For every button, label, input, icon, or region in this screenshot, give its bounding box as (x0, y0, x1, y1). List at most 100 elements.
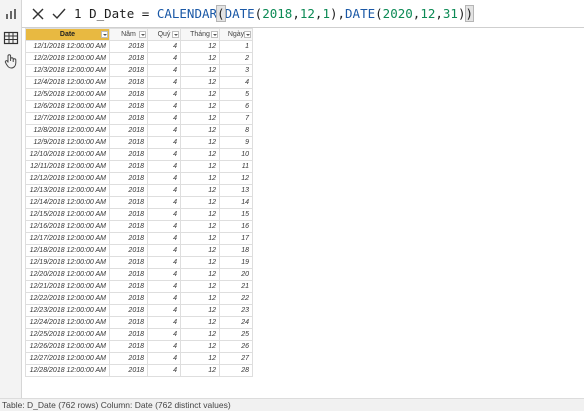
table-cell-ngay[interactable]: 20 (219, 268, 253, 281)
table-cell-nam[interactable]: 2018 (109, 316, 148, 329)
table-cell-quy[interactable]: 4 (147, 328, 181, 341)
table-cell-ngay[interactable]: 8 (219, 124, 253, 137)
table-cell-thang[interactable]: 12 (180, 244, 220, 257)
table-cell-ngay[interactable]: 4 (219, 76, 253, 89)
table-cell-thang[interactable]: 12 (180, 160, 220, 173)
table-cell-quy[interactable]: 4 (147, 208, 181, 221)
table-cell-quy[interactable]: 4 (147, 316, 181, 329)
table-cell-ngay[interactable]: 24 (219, 316, 253, 329)
column-header-thang[interactable]: Tháng (180, 28, 220, 41)
table-cell-ngay[interactable]: 13 (219, 184, 253, 197)
table-cell-quy[interactable]: 4 (147, 220, 181, 233)
table-cell-date[interactable]: 12/1/2018 12:00:00 AM (25, 40, 110, 53)
table-cell-date[interactable]: 12/20/2018 12:00:00 AM (25, 268, 110, 281)
table-cell-quy[interactable]: 4 (147, 256, 181, 269)
close-icon[interactable] (27, 3, 49, 25)
column-header-date[interactable]: Date (25, 28, 110, 41)
table-cell-thang[interactable]: 12 (180, 292, 220, 305)
table-cell-nam[interactable]: 2018 (109, 184, 148, 197)
table-cell-ngay[interactable]: 11 (219, 160, 253, 173)
table-cell-thang[interactable]: 12 (180, 52, 220, 65)
table-cell-nam[interactable]: 2018 (109, 100, 148, 113)
table-cell-ngay[interactable]: 9 (219, 136, 253, 149)
table-cell-quy[interactable]: 4 (147, 124, 181, 137)
table-cell-ngay[interactable]: 1 (219, 40, 253, 53)
table-cell-thang[interactable]: 12 (180, 40, 220, 53)
table-cell-thang[interactable]: 12 (180, 196, 220, 209)
table-cell-date[interactable]: 12/27/2018 12:00:00 AM (25, 352, 110, 365)
formula-input[interactable]: 1 D_Date = CALENDAR(DATE(2018,12,1),DATE… (74, 5, 474, 23)
table-cell-quy[interactable]: 4 (147, 196, 181, 209)
table-cell-date[interactable]: 12/7/2018 12:00:00 AM (25, 112, 110, 125)
filter-dropdown-icon[interactable] (244, 31, 251, 38)
table-cell-thang[interactable]: 12 (180, 220, 220, 233)
table-cell-ngay[interactable]: 7 (219, 112, 253, 125)
table-cell-nam[interactable]: 2018 (109, 64, 148, 77)
table-cell-quy[interactable]: 4 (147, 340, 181, 353)
table-cell-ngay[interactable]: 3 (219, 64, 253, 77)
table-cell-date[interactable]: 12/14/2018 12:00:00 AM (25, 196, 110, 209)
table-cell-thang[interactable]: 12 (180, 64, 220, 77)
column-header-quy[interactable]: Quý (147, 28, 181, 41)
table-cell-quy[interactable]: 4 (147, 160, 181, 173)
table-cell-quy[interactable]: 4 (147, 268, 181, 281)
table-cell-ngay[interactable]: 6 (219, 100, 253, 113)
table-cell-nam[interactable]: 2018 (109, 148, 148, 161)
table-cell-date[interactable]: 12/16/2018 12:00:00 AM (25, 220, 110, 233)
table-cell-quy[interactable]: 4 (147, 64, 181, 77)
model-view-icon[interactable] (3, 53, 19, 69)
table-cell-quy[interactable]: 4 (147, 100, 181, 113)
table-cell-ngay[interactable]: 17 (219, 232, 253, 245)
table-cell-nam[interactable]: 2018 (109, 328, 148, 341)
table-cell-quy[interactable]: 4 (147, 88, 181, 101)
table-cell-quy[interactable]: 4 (147, 232, 181, 245)
table-cell-thang[interactable]: 12 (180, 88, 220, 101)
table-cell-nam[interactable]: 2018 (109, 292, 148, 305)
column-header-nam[interactable]: Năm (109, 28, 148, 41)
table-cell-date[interactable]: 12/12/2018 12:00:00 AM (25, 172, 110, 185)
table-cell-ngay[interactable]: 14 (219, 196, 253, 209)
table-cell-nam[interactable]: 2018 (109, 268, 148, 281)
table-cell-date[interactable]: 12/6/2018 12:00:00 AM (25, 100, 110, 113)
table-cell-quy[interactable]: 4 (147, 184, 181, 197)
table-cell-thang[interactable]: 12 (180, 328, 220, 341)
table-cell-ngay[interactable]: 23 (219, 304, 253, 317)
column-header-ngay[interactable]: Ngày (219, 28, 253, 41)
table-cell-ngay[interactable]: 5 (219, 88, 253, 101)
table-cell-thang[interactable]: 12 (180, 136, 220, 149)
table-cell-nam[interactable]: 2018 (109, 196, 148, 209)
table-cell-ngay[interactable]: 28 (219, 364, 253, 377)
table-cell-thang[interactable]: 12 (180, 208, 220, 221)
table-cell-thang[interactable]: 12 (180, 76, 220, 89)
table-cell-quy[interactable]: 4 (147, 352, 181, 365)
table-cell-ngay[interactable]: 27 (219, 352, 253, 365)
filter-dropdown-icon[interactable] (139, 31, 146, 38)
table-cell-date[interactable]: 12/11/2018 12:00:00 AM (25, 160, 110, 173)
table-cell-ngay[interactable]: 26 (219, 340, 253, 353)
filter-dropdown-icon[interactable] (211, 31, 218, 38)
table-cell-nam[interactable]: 2018 (109, 340, 148, 353)
table-cell-ngay[interactable]: 16 (219, 220, 253, 233)
table-cell-thang[interactable]: 12 (180, 304, 220, 317)
table-cell-date[interactable]: 12/22/2018 12:00:00 AM (25, 292, 110, 305)
table-cell-date[interactable]: 12/24/2018 12:00:00 AM (25, 316, 110, 329)
table-cell-quy[interactable]: 4 (147, 148, 181, 161)
table-cell-quy[interactable]: 4 (147, 112, 181, 125)
table-cell-thang[interactable]: 12 (180, 352, 220, 365)
table-cell-nam[interactable]: 2018 (109, 88, 148, 101)
table-cell-thang[interactable]: 12 (180, 268, 220, 281)
table-cell-thang[interactable]: 12 (180, 148, 220, 161)
table-cell-ngay[interactable]: 22 (219, 292, 253, 305)
table-cell-quy[interactable]: 4 (147, 304, 181, 317)
table-cell-nam[interactable]: 2018 (109, 220, 148, 233)
table-cell-ngay[interactable]: 15 (219, 208, 253, 221)
table-cell-nam[interactable]: 2018 (109, 364, 148, 377)
table-cell-thang[interactable]: 12 (180, 316, 220, 329)
table-cell-date[interactable]: 12/4/2018 12:00:00 AM (25, 76, 110, 89)
table-cell-nam[interactable]: 2018 (109, 40, 148, 53)
table-cell-nam[interactable]: 2018 (109, 280, 148, 293)
table-cell-quy[interactable]: 4 (147, 280, 181, 293)
table-cell-nam[interactable]: 2018 (109, 52, 148, 65)
table-cell-nam[interactable]: 2018 (109, 232, 148, 245)
table-cell-ngay[interactable]: 10 (219, 148, 253, 161)
